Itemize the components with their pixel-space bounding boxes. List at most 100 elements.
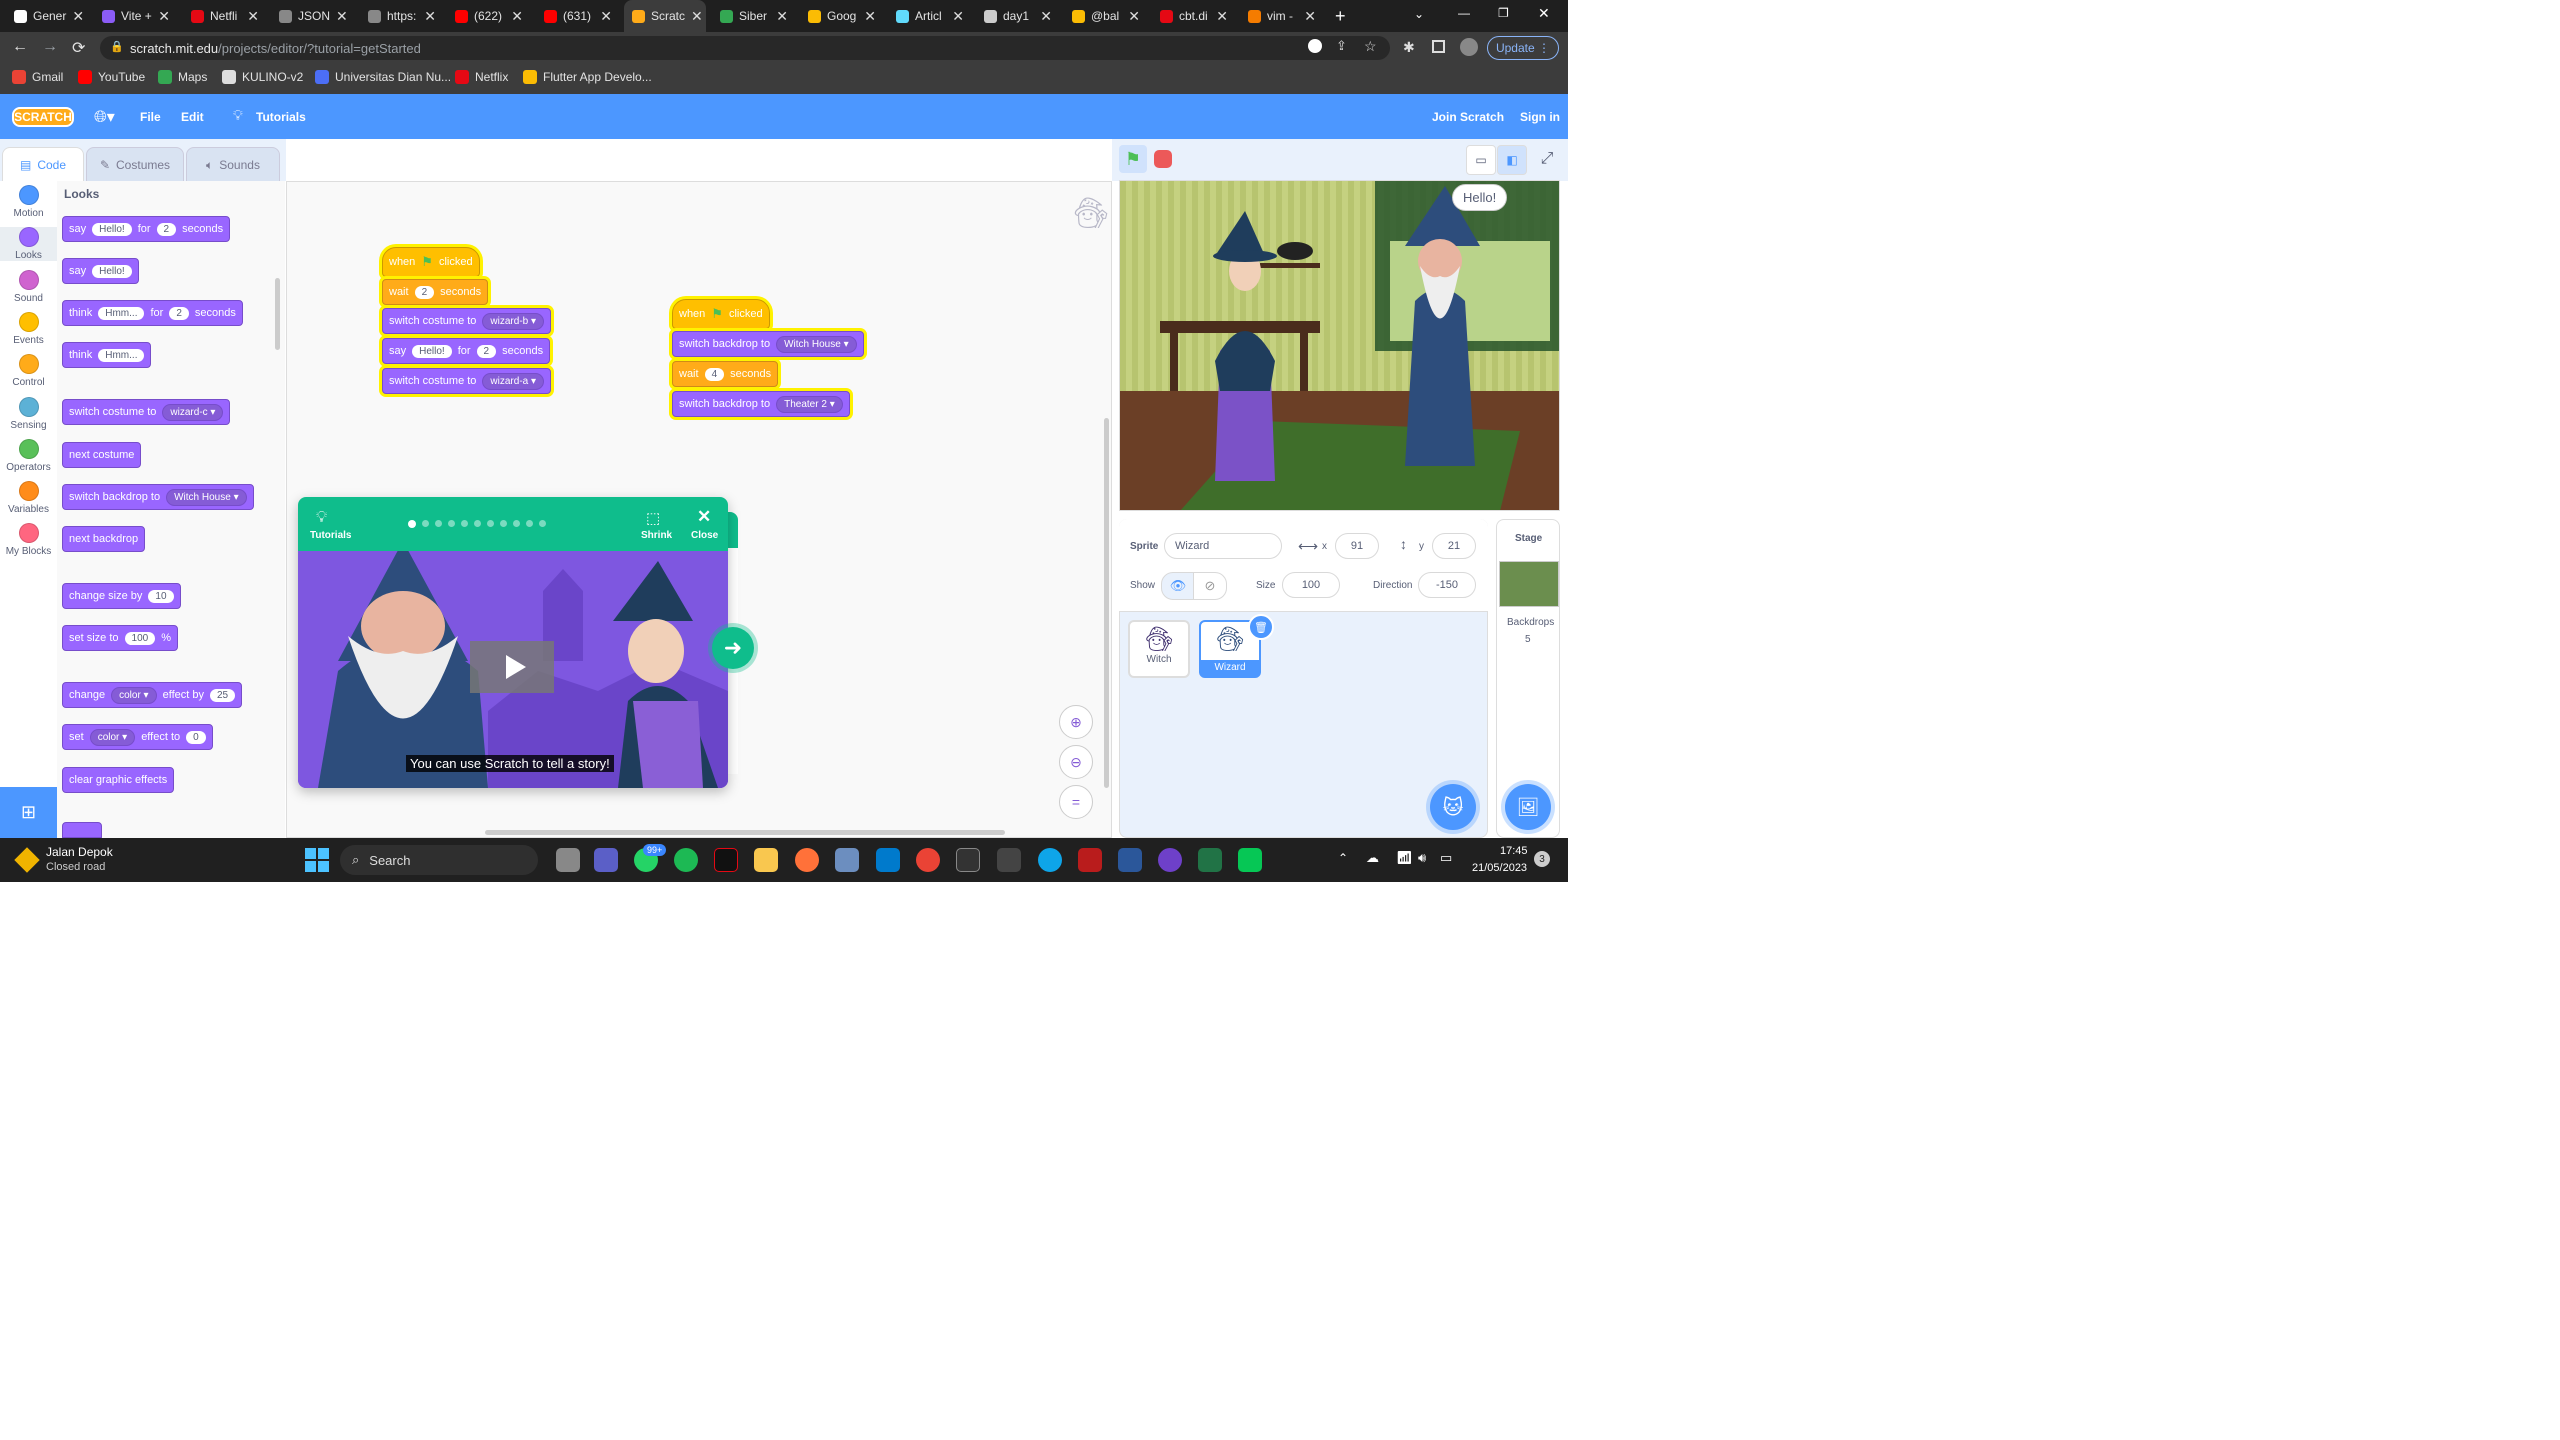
- block-think[interactable]: think Hmm...: [62, 342, 152, 368]
- terminal-icon[interactable]: [956, 848, 980, 872]
- bookmark-item[interactable]: Universitas Dian Nu...: [315, 70, 451, 84]
- browser-tab[interactable]: Scratc ✕: [624, 0, 706, 32]
- switch-backdrop-block[interactable]: switch backdrop to Witch House ▾: [672, 331, 864, 357]
- step-dot[interactable]: [500, 520, 507, 527]
- block-input[interactable]: 2: [476, 344, 497, 358]
- notification-count[interactable]: 3: [1534, 851, 1550, 867]
- step-dot[interactable]: [539, 520, 546, 527]
- fullscreen-icon[interactable]: ⤢: [1533, 145, 1561, 173]
- forward-icon[interactable]: →: [42, 38, 58, 56]
- tab-close-icon[interactable]: ✕: [691, 8, 703, 25]
- window-close-button[interactable]: ✕: [1538, 5, 1550, 22]
- close-icon[interactable]: ✕: [697, 507, 711, 527]
- browser-tab[interactable]: Siber ✕: [712, 4, 794, 28]
- bookmark-item[interactable]: Maps: [158, 70, 207, 84]
- block-dropdown[interactable]: color ▾: [111, 686, 157, 704]
- browser-tab[interactable]: Gener ✕: [6, 4, 88, 28]
- zoom-in-icon[interactable]: ⊕: [1059, 705, 1093, 739]
- block-input[interactable]: 25: [209, 688, 236, 702]
- category-operators[interactable]: Operators: [0, 438, 57, 473]
- minimize-button[interactable]: —: [1458, 6, 1470, 20]
- update-button[interactable]: Update ⋮: [1487, 36, 1559, 60]
- tab-close-icon[interactable]: ✕: [424, 8, 436, 25]
- browser-tab[interactable]: (631) ✕: [536, 4, 618, 28]
- block-input[interactable]: 2: [169, 306, 189, 320]
- block-input[interactable]: Hello!: [92, 264, 132, 278]
- category-my-blocks[interactable]: My Blocks: [0, 523, 57, 557]
- step-dot[interactable]: [435, 520, 442, 527]
- github-desktop-icon[interactable]: [1158, 848, 1182, 872]
- step-dot[interactable]: [461, 520, 468, 527]
- block-set-effect[interactable]: set color ▾ effect to 0: [62, 724, 213, 750]
- tab-code[interactable]: ▤ Code: [2, 147, 84, 182]
- weather-sub[interactable]: Closed road: [46, 861, 105, 873]
- step-dot[interactable]: [474, 520, 481, 527]
- tab-close-icon[interactable]: ✕: [952, 8, 964, 25]
- bookmark-star-icon[interactable]: ☆: [1364, 38, 1377, 55]
- browser-tab[interactable]: Goog ✕: [800, 4, 882, 28]
- tab-sounds[interactable]: 🔈︎ Sounds: [186, 147, 280, 183]
- bookmark-item[interactable]: KULINO-v2: [222, 70, 303, 84]
- app-icon[interactable]: [835, 848, 859, 872]
- direction-input[interactable]: -150: [1418, 572, 1476, 598]
- block-dropdown[interactable]: wizard-c ▾: [162, 403, 224, 421]
- excel-icon[interactable]: [1198, 848, 1222, 872]
- bookmark-item[interactable]: Gmail: [12, 70, 63, 84]
- tab-close-icon[interactable]: ✕: [1128, 8, 1140, 25]
- netflix-icon[interactable]: [714, 848, 738, 872]
- teams-icon[interactable]: [594, 848, 618, 872]
- when-flag-clicked-hat-2[interactable]: when ⚑ clicked: [672, 299, 770, 329]
- block-input[interactable]: Hmm...: [98, 306, 145, 320]
- sprite-thumb-witch[interactable]: 🧙︎ Witch: [1128, 620, 1190, 678]
- taskbar-search[interactable]: ⌕ Search: [340, 845, 538, 875]
- block-switch-costume[interactable]: switch costume to wizard-c ▾: [62, 399, 231, 425]
- block-clear-effects[interactable]: clear graphic effects: [62, 767, 175, 793]
- block-partial[interactable]: [62, 822, 102, 838]
- category-sound[interactable]: Sound: [0, 269, 57, 304]
- step-dot-active[interactable]: [408, 520, 416, 528]
- block-switch-backdrop[interactable]: switch backdrop to Witch House ▾: [62, 484, 254, 510]
- scratch-logo[interactable]: SCRATCH: [12, 107, 74, 127]
- block-input[interactable]: Hello!: [412, 344, 452, 358]
- winrar-icon[interactable]: [1078, 848, 1102, 872]
- close-button[interactable]: Close: [691, 530, 718, 541]
- block-change-effect[interactable]: change color ▾ effect by 25: [62, 682, 243, 708]
- browser-tab[interactable]: https: ✕: [360, 4, 442, 28]
- wait-block-2[interactable]: wait 4 seconds: [672, 361, 779, 387]
- stage-canvas[interactable]: Hello!: [1119, 180, 1560, 511]
- edge-icon[interactable]: [1038, 848, 1062, 872]
- workspace-v-scrollbar[interactable]: [1104, 418, 1109, 788]
- word-icon[interactable]: [1118, 848, 1142, 872]
- stop-button[interactable]: [1154, 150, 1172, 168]
- workspace-h-scrollbar[interactable]: [485, 830, 1005, 835]
- block-input[interactable]: Hello!: [92, 222, 132, 236]
- shrink-button[interactable]: Shrink: [641, 530, 672, 541]
- block-dropdown[interactable]: wizard-a ▾: [482, 372, 545, 390]
- wait-block[interactable]: wait 2 seconds: [382, 279, 489, 305]
- line-icon[interactable]: [1238, 848, 1262, 872]
- tab-close-icon[interactable]: ✕: [158, 8, 170, 25]
- category-control[interactable]: Control: [0, 354, 57, 388]
- clock-time[interactable]: 17:45: [1500, 845, 1528, 857]
- tab-close-icon[interactable]: ✕: [336, 8, 348, 25]
- tab-close-icon[interactable]: ✕: [600, 8, 612, 25]
- address-bar[interactable]: 🔒 scratch.mit.edu/projects/editor/?tutor…: [100, 36, 1390, 60]
- task-view-icon[interactable]: [556, 848, 580, 872]
- palette-scrollbar[interactable]: [275, 278, 280, 350]
- block-input[interactable]: 10: [148, 589, 174, 603]
- spotify-icon[interactable]: [674, 848, 698, 872]
- tab-close-icon[interactable]: ✕: [72, 8, 84, 25]
- side-panel-icon[interactable]: [1432, 40, 1445, 53]
- hide-eye-icon[interactable]: ⊘: [1193, 572, 1227, 600]
- tab-close-icon[interactable]: ✕: [1304, 8, 1316, 25]
- x-position-input[interactable]: 91: [1335, 533, 1379, 559]
- tab-close-icon[interactable]: ✕: [864, 8, 876, 25]
- category-motion[interactable]: Motion: [0, 185, 57, 219]
- size-input[interactable]: 100: [1282, 572, 1340, 598]
- block-dropdown[interactable]: color ▾: [89, 728, 136, 746]
- tutorial-label[interactable]: Tutorials: [310, 530, 351, 541]
- small-stage-button[interactable]: ▭: [1466, 145, 1496, 175]
- zoom-reset-icon[interactable]: =: [1059, 785, 1093, 819]
- block-change-size[interactable]: change size by 10: [62, 583, 181, 609]
- block-next-backdrop[interactable]: next backdrop: [62, 526, 146, 552]
